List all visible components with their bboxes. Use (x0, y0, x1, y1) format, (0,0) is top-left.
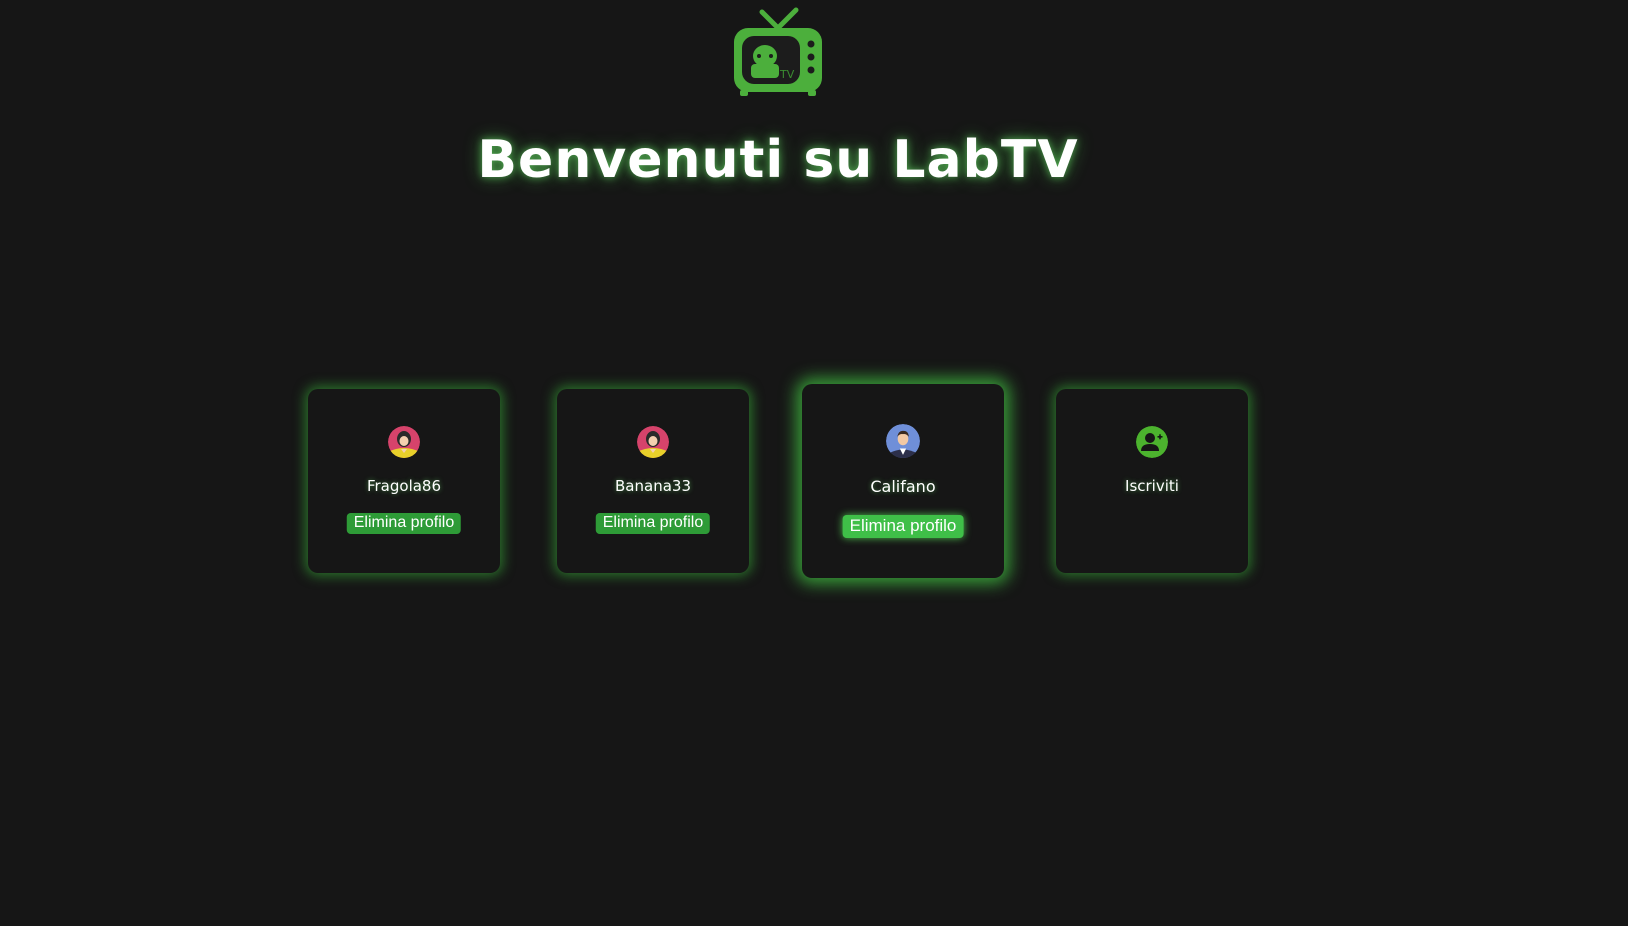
profile-name: Banana33 (615, 477, 691, 495)
labtv-logo-icon: TV (734, 7, 822, 96)
delete-profile-button[interactable]: Elimina profilo (595, 513, 711, 534)
profile-card-banana33[interactable]: Banana33 Elimina profilo (557, 389, 749, 573)
profile-name: Fragola86 (366, 477, 442, 495)
profile-card-fragola86[interactable]: Fragola86 Elimina profilo (308, 389, 500, 573)
delete-profile-button[interactable]: Elimina profilo (842, 515, 964, 538)
woman-avatar-icon (637, 426, 669, 458)
signup-label: Iscriviti (1125, 477, 1179, 495)
woman-avatar-icon (388, 426, 420, 458)
profile-card-califano[interactable]: Califano Elimina profilo (802, 384, 1004, 578)
signup-card[interactable]: Iscriviti (1056, 389, 1248, 573)
delete-profile-button[interactable]: Elimina profilo (346, 513, 462, 534)
man-avatar-icon (886, 424, 920, 458)
profile-selection-page: TV Benvenuti su LabTV Fragola86 Elimina … (0, 0, 1628, 926)
profile-name: Califano (870, 477, 936, 496)
add-user-icon (1136, 426, 1168, 458)
logo-text: TV (779, 68, 795, 81)
page-title: Benvenuti su LabTV (477, 130, 1079, 190)
